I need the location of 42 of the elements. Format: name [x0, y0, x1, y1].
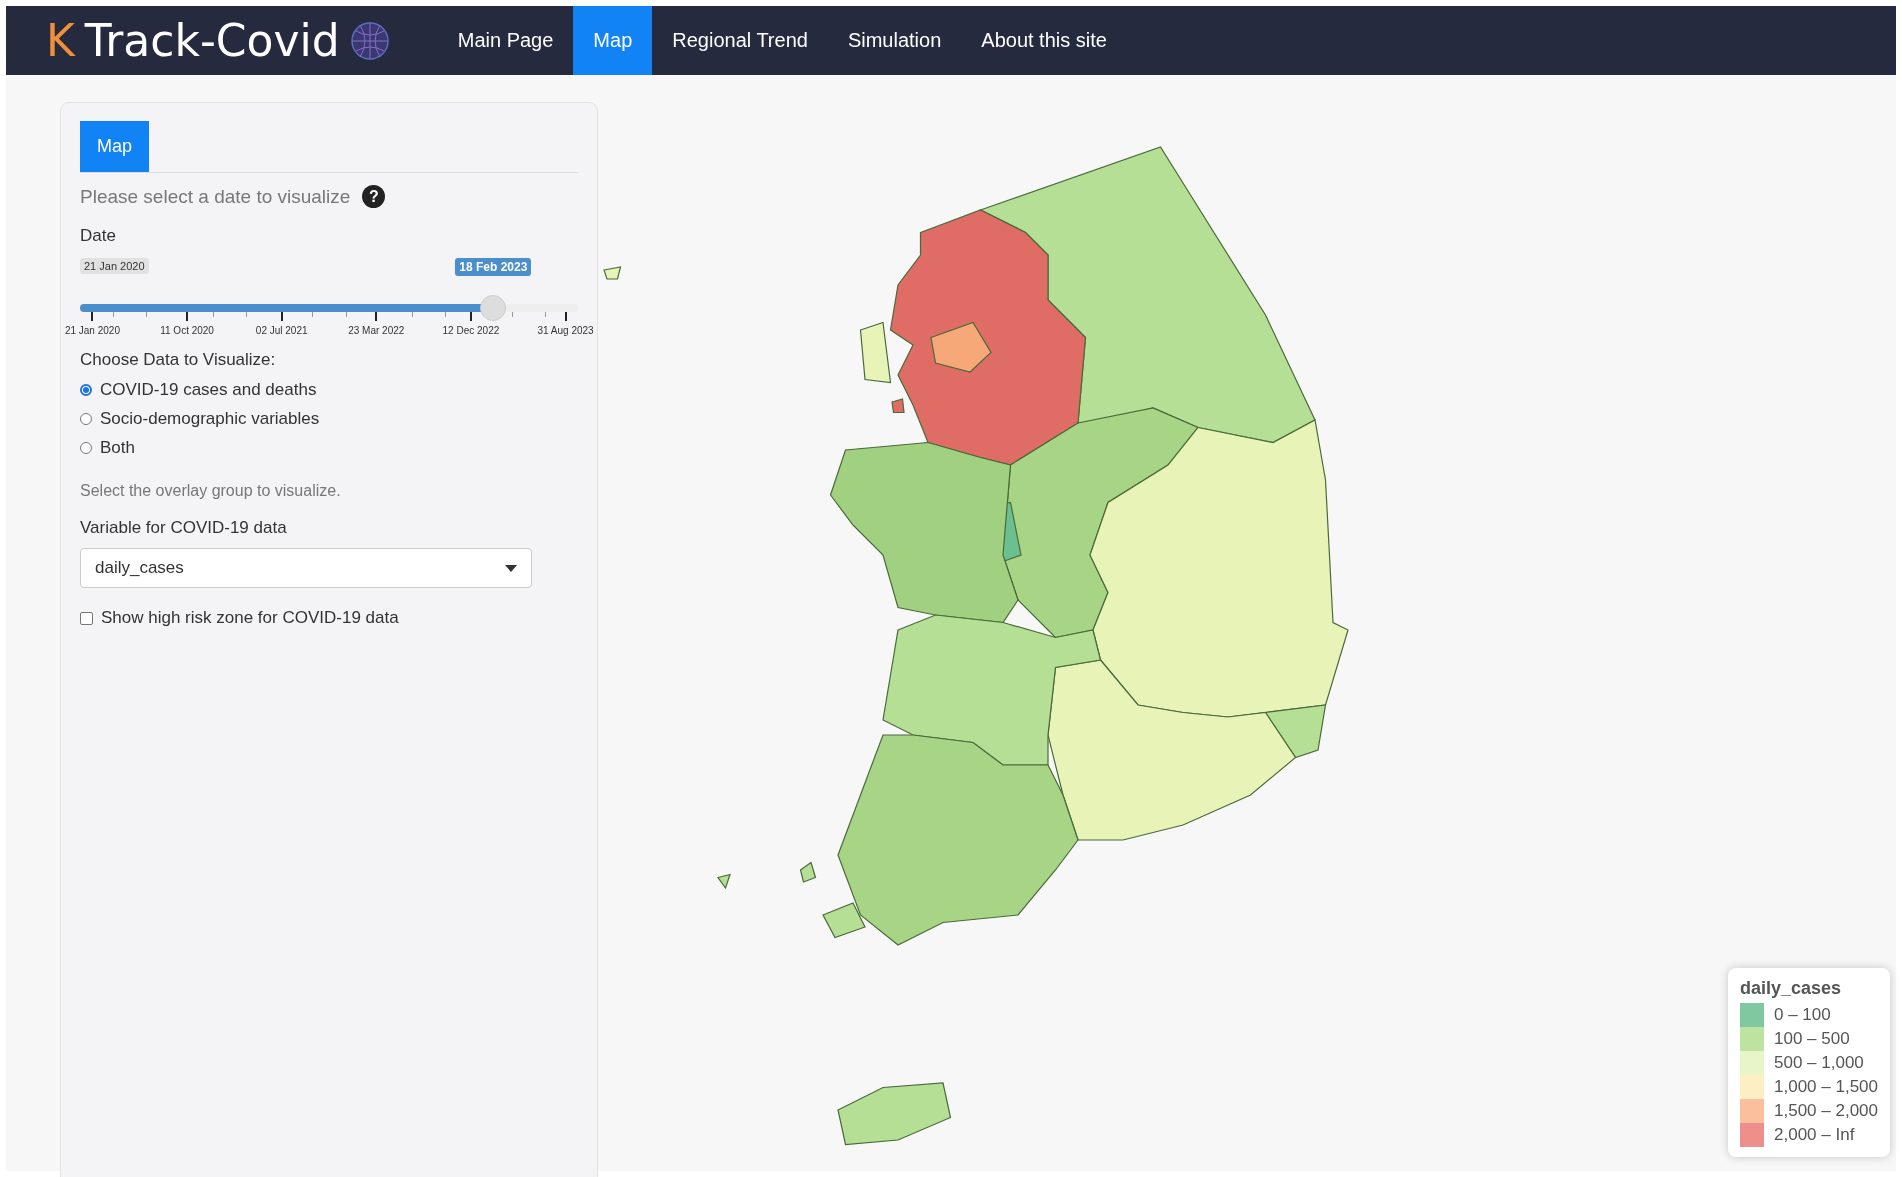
nav-tab[interactable]: About this site: [961, 6, 1127, 75]
date-prompt: Please select a date to visualize: [80, 185, 351, 208]
min-date-label: 21 Jan 2020: [80, 258, 149, 274]
logo-title: Track-Covid: [84, 15, 340, 66]
tick-label: 12 Dec 2022: [442, 325, 500, 336]
globe-network-icon: [349, 20, 390, 61]
variable-label: Variable for COVID-19 data: [80, 518, 288, 538]
data-choice-label: Choose Data to Visualize:: [80, 350, 277, 370]
legend-label: 2,000 – Inf: [1774, 1125, 1855, 1145]
tick-label: 23 Mar 2022: [348, 325, 405, 336]
logo-letter: K: [46, 15, 75, 66]
legend-label: 500 – 1,000: [1774, 1053, 1864, 1073]
nav-tab[interactable]: Map: [573, 6, 653, 75]
nav-tab[interactable]: Simulation: [827, 6, 962, 75]
tick-label: 31 Aug 2023: [537, 325, 594, 336]
radio-button[interactable]: [80, 413, 92, 425]
caret-icon: [505, 564, 517, 572]
nav-tab[interactable]: Main Page: [437, 6, 574, 75]
radio-button[interactable]: [80, 442, 92, 454]
tick-label: 11 Oct 2020: [160, 325, 214, 336]
date-label: Date: [80, 226, 117, 246]
tick-label: 02 Jul 2021: [255, 325, 308, 336]
legend-title: daily_cases: [1740, 978, 1843, 999]
value-date-label: 18 Feb 2023: [455, 258, 532, 276]
legend-label: 0 – 100: [1774, 1005, 1831, 1025]
radio-label: Both: [100, 438, 135, 458]
legend-label: 100 – 500: [1774, 1029, 1850, 1049]
date-slider-track[interactable]: [80, 304, 578, 312]
panel-tab[interactable]: Map: [80, 121, 149, 172]
radio-label: COVID-19 cases and deaths: [100, 380, 317, 400]
variable-dropdown[interactable]: daily_cases: [80, 548, 532, 588]
tick-label: 21 Jan 2020: [64, 325, 120, 336]
nav-tab[interactable]: Regional Trend: [652, 6, 828, 75]
legend-label: 1,500 – 2,000: [1774, 1101, 1878, 1121]
legend-label: 1,000 – 1,500: [1774, 1077, 1878, 1097]
help-icon[interactable]: ?: [362, 185, 386, 208]
checkbox[interactable]: [80, 611, 93, 625]
overlay-hint: Select the overlay group to visualize.: [80, 482, 342, 500]
radio-button[interactable]: [80, 384, 92, 396]
slider-handle[interactable]: [480, 295, 507, 321]
checkbox-label: Show high risk zone for COVID-19 data: [101, 608, 399, 628]
radio-label: Socio-demographic variables: [100, 409, 320, 429]
